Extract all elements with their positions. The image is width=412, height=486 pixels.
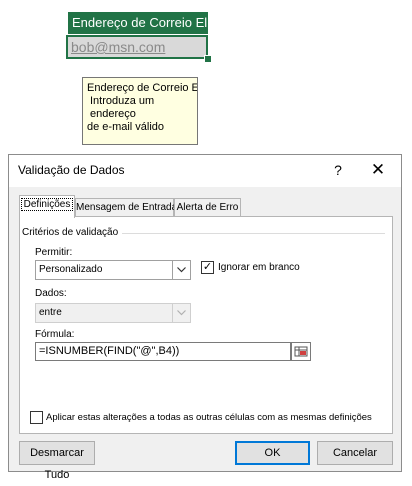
- dialog-titlebar[interactable]: Validação de Dados ? ✕: [9, 155, 401, 187]
- close-button[interactable]: ✕: [365, 158, 391, 182]
- tab-input-message[interactable]: Mensagem de Entrada: [75, 198, 177, 217]
- tooltip-line: de e-mail válido: [87, 121, 165, 133]
- tab-error-alert[interactable]: Alerta de Erro: [174, 198, 241, 217]
- data-select-value: entre: [39, 307, 62, 318]
- tooltip-line: Introduza um endereço: [90, 95, 155, 120]
- help-button[interactable]: ?: [327, 159, 349, 181]
- formula-label: Fórmula:: [35, 329, 75, 340]
- tab-settings[interactable]: Definições: [19, 195, 75, 218]
- tab-label: Definições: [20, 198, 74, 211]
- dialog-title: Validação de Dados: [18, 163, 125, 177]
- apply-all-checkbox[interactable]: [30, 411, 43, 424]
- settings-panel: [19, 216, 393, 434]
- data-label: Dados:: [35, 288, 67, 299]
- ignore-blank-label: Ignorar em branco: [218, 262, 300, 273]
- allow-select-value: Personalizado: [39, 264, 103, 275]
- ignore-blank-checkbox[interactable]: ✓: [201, 261, 214, 274]
- ok-button[interactable]: OK: [235, 441, 310, 465]
- active-cell[interactable]: bob@msn.com: [66, 35, 208, 59]
- formula-input[interactable]: =ISNUMBER(FIND("@",B4)): [35, 342, 291, 361]
- column-header-cell[interactable]: Endereço de Correio El: [68, 12, 208, 34]
- input-message-tooltip: Endereço de Correio Eletrónico Introduza…: [82, 77, 198, 145]
- data-select[interactable]: entre: [35, 303, 191, 323]
- allow-label: Permitir:: [35, 247, 73, 258]
- apply-all-label: Aplicar estas alterações a todas as outr…: [46, 412, 372, 423]
- chevron-down-icon[interactable]: [172, 304, 190, 322]
- group-divider: [105, 233, 385, 234]
- range-selector-icon[interactable]: [291, 342, 311, 361]
- clear-all-button[interactable]: Desmarcar Tudo: [19, 441, 95, 481]
- validation-criteria-label: Critérios de validação: [22, 227, 123, 238]
- tooltip-title: Endereço de Correio Eletrónico: [87, 82, 197, 94]
- fill-handle[interactable]: [204, 55, 212, 63]
- cancel-button[interactable]: Cancelar: [317, 441, 393, 465]
- allow-select[interactable]: Personalizado: [35, 260, 191, 280]
- chevron-down-icon[interactable]: [172, 261, 190, 279]
- data-validation-dialog: Validação de Dados ? ✕ Definições Mensag…: [8, 154, 402, 481]
